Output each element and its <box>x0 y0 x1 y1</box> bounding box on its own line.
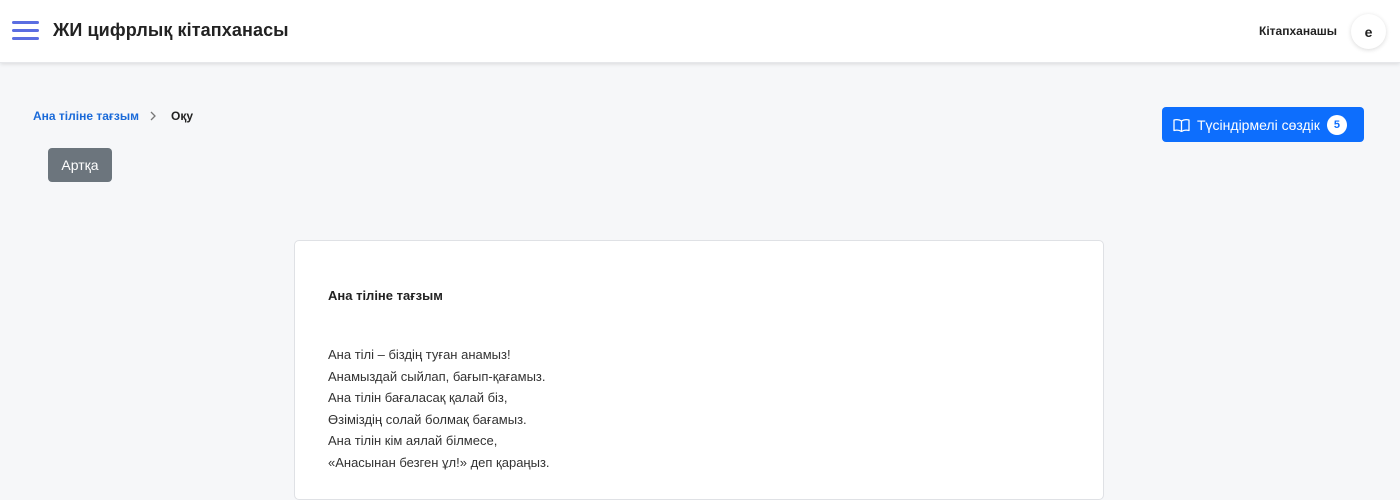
breadcrumb-link[interactable]: Ана тіліне тағзым <box>33 109 139 123</box>
breadcrumb-current: Оқу <box>170 109 193 123</box>
poem-text: Ана тілі – біздің туған анамыз! Анамызда… <box>328 344 550 474</box>
menu-bar <box>12 29 39 32</box>
glossary-count-badge: 5 <box>1326 114 1347 135</box>
glossary-button-label: Түсіндірмелі сөздік <box>1197 116 1320 133</box>
user-role-label: Кітапханашы <box>1259 24 1337 38</box>
poem-line: Өзіміздің солай болмақ бағамыз. <box>328 411 527 427</box>
hamburger-menu-icon[interactable] <box>12 20 40 42</box>
reading-card: Ана тіліне тағзым Ана тілі – біздің туға… <box>294 240 1104 500</box>
menu-bar <box>12 37 39 40</box>
top-header: ЖИ цифрлық кітапханасы Кітапханашы e <box>0 0 1400 63</box>
poem-line: «Анасынан безген ұл!» деп қараңыз. <box>328 454 550 470</box>
chevron-right-icon <box>150 111 156 121</box>
menu-bar <box>12 21 39 24</box>
poem-line: Анамыздай сыйлап, бағып-қағамыз. <box>328 368 546 384</box>
book-icon <box>1173 118 1190 132</box>
breadcrumb: Ана тіліне тағзым Оқу <box>33 109 193 123</box>
poem-line: Ана тілін бағаласақ қалай біз, <box>328 390 508 406</box>
app-title: ЖИ цифрлық кітапханасы <box>53 20 289 40</box>
glossary-button[interactable]: Түсіндірмелі сөздік 5 <box>1162 107 1364 142</box>
poem-line: Ана тілі – біздің туған анамыз! <box>328 347 511 362</box>
user-avatar[interactable]: e <box>1351 14 1386 49</box>
back-button[interactable]: Артқа <box>48 148 112 182</box>
poem-line: Ана тілін кім аялай білмесе, <box>328 433 498 449</box>
text-title: Ана тіліне тағзым <box>328 288 443 303</box>
